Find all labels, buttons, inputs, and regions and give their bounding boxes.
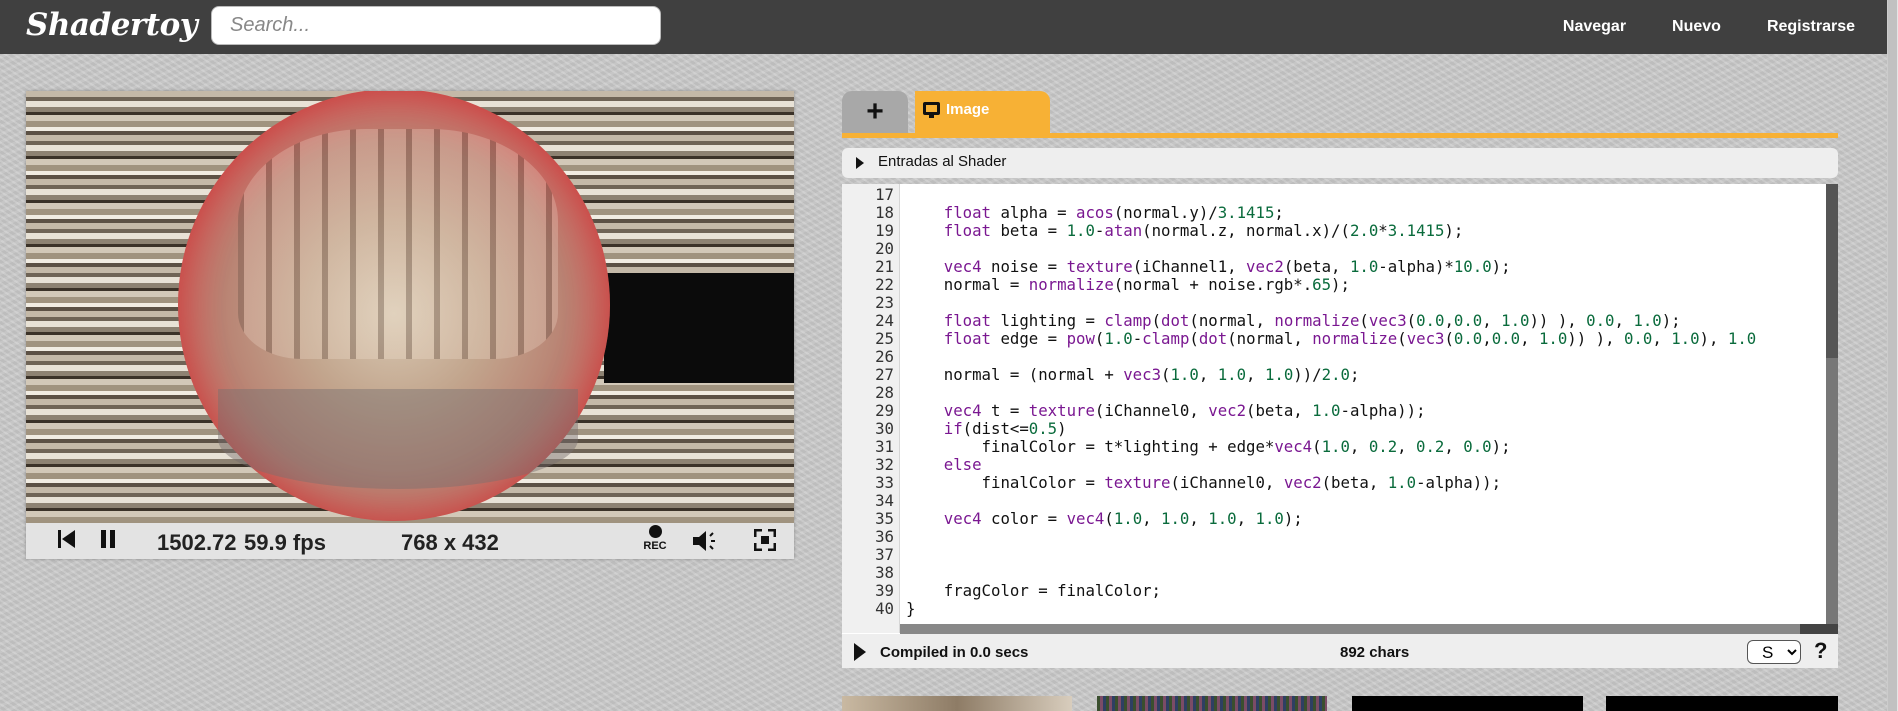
shader-canvas[interactable] — [26, 91, 794, 523]
page-scrollbar-thumb[interactable] — [1888, 0, 1897, 711]
nav-navegar[interactable]: Navegar — [1563, 18, 1626, 36]
compile-play-icon[interactable] — [854, 643, 866, 661]
canvas-dark-region — [604, 273, 794, 383]
code-line[interactable]: float alpha = acos(normal.y)/3.1415; — [906, 204, 1284, 222]
code-line[interactable]: float edge = pow(1.0-clamp(dot(normal, n… — [906, 330, 1756, 348]
pause-icon[interactable] — [100, 529, 116, 554]
line-number: 26 — [875, 347, 894, 366]
tab-image[interactable]: Image — [915, 91, 1050, 134]
line-number: 23 — [875, 293, 894, 312]
skip-back-icon[interactable] — [58, 529, 76, 554]
line-number: 34 — [875, 491, 894, 510]
char-count: 892 chars — [1340, 644, 1410, 661]
line-number: 18 — [875, 203, 894, 222]
code-line[interactable]: normal = (normal + vec3(1.0, 1.0, 1.0))/… — [906, 366, 1360, 384]
code-area[interactable]: 17 18 float alpha = acos(normal.y)/3.1415… — [842, 184, 1826, 624]
code-line[interactable]: normal = normalize(normal + noise.rgb*.6… — [906, 276, 1350, 294]
nav-nuevo[interactable]: Nuevo — [1672, 18, 1721, 36]
record-icon[interactable]: REC — [638, 525, 672, 552]
editor-horizontal-thumb[interactable] — [1800, 624, 1838, 634]
monitor-icon — [923, 102, 940, 118]
search-input[interactable] — [211, 6, 661, 45]
rendered-sphere — [178, 91, 610, 521]
font-size-select[interactable]: S — [1747, 640, 1801, 664]
code-line[interactable]: if(dist<=0.5) — [906, 420, 1067, 438]
shader-inputs-label: Entradas al Shader — [878, 153, 1007, 170]
line-number: 35 — [875, 509, 894, 528]
nav-links: Navegar Nuevo Registrarse — [1517, 0, 1855, 54]
line-number: 32 — [875, 455, 894, 474]
line-number: 33 — [875, 473, 894, 492]
player-controls: 1502.72 59.9 fps 768 x 432 REC — [26, 523, 794, 559]
line-number: 21 — [875, 257, 894, 276]
sphere-building-texture — [238, 129, 558, 359]
code-editor[interactable]: 17 18 float alpha = acos(normal.y)/3.1415… — [842, 184, 1838, 634]
shader-thumbnail-2[interactable] — [1097, 696, 1327, 711]
code-line[interactable]: vec4 color = vec4(1.0, 1.0, 1.0, 1.0); — [906, 510, 1303, 528]
record-dot — [648, 525, 662, 538]
line-number: 24 — [875, 311, 894, 330]
line-number: 38 — [875, 563, 894, 582]
code-line[interactable]: else — [906, 456, 982, 474]
line-number: 31 — [875, 437, 894, 456]
top-bar: Shadertoy Navegar Nuevo Registrarse — [0, 0, 1887, 54]
volume-icon[interactable] — [692, 529, 722, 558]
shader-thumbnail-1[interactable] — [842, 696, 1072, 711]
editor-tabs: + Image — [842, 91, 1838, 134]
code-line[interactable]: float beta = 1.0-atan(normal.z, normal.x… — [906, 222, 1464, 240]
code-line[interactable]: vec4 t = texture(iChannel0, vec2(beta, 1… — [906, 402, 1426, 420]
tab-underline — [842, 133, 1838, 138]
shader-inputs-toggle[interactable]: Entradas al Shader — [842, 148, 1838, 178]
code-line[interactable]: } — [906, 600, 915, 618]
logo[interactable]: Shadertoy — [26, 7, 198, 43]
help-button[interactable]: ? — [1814, 638, 1827, 664]
fullscreen-icon[interactable] — [753, 528, 777, 556]
line-number: 28 — [875, 383, 894, 402]
line-number: 17 — [875, 185, 894, 204]
rec-label: REC — [643, 540, 667, 552]
line-number: 39 — [875, 581, 894, 600]
code-line[interactable]: finalColor = t*lighting + edge*vec4(1.0,… — [906, 438, 1511, 456]
line-number: 20 — [875, 239, 894, 258]
sphere-street-texture — [218, 389, 578, 489]
code-line[interactable]: vec4 noise = texture(iChannel1, vec2(bet… — [906, 258, 1511, 276]
page-scrollbar[interactable] — [1887, 0, 1898, 711]
line-number: 40 — [875, 599, 894, 618]
expand-triangle-icon — [856, 157, 864, 169]
editor-vertical-thumb[interactable] — [1826, 184, 1838, 358]
editor-vertical-track[interactable] — [1826, 358, 1838, 624]
line-number: 22 — [875, 275, 894, 294]
time-readout: 1502.72 — [157, 530, 237, 555]
editor-status-bar: Compiled in 0.0 secs 892 chars S ? — [842, 634, 1838, 668]
line-number: 25 — [875, 329, 894, 348]
line-number: 19 — [875, 221, 894, 240]
nav-registrarse[interactable]: Registrarse — [1767, 18, 1855, 36]
shader-thumbnail-3[interactable] — [1352, 696, 1583, 711]
fps-readout: 59.9 fps — [244, 530, 326, 555]
line-number: 36 — [875, 527, 894, 546]
compile-status: Compiled in 0.0 secs — [880, 644, 1029, 661]
tab-image-label: Image — [946, 101, 990, 118]
add-tab-button[interactable]: + — [842, 91, 908, 134]
code-line[interactable]: finalColor = texture(iChannel0, vec2(bet… — [906, 474, 1502, 492]
resolution-readout: 768 x 432 — [401, 530, 499, 555]
line-number: 27 — [875, 365, 894, 384]
shader-thumbnail-4[interactable] — [1606, 696, 1838, 711]
line-number: 29 — [875, 401, 894, 420]
shader-viewer: 1502.72 59.9 fps 768 x 432 REC — [26, 91, 794, 559]
editor-horizontal-scrollbar[interactable] — [900, 624, 1838, 634]
code-line[interactable]: float lighting = clamp(dot(normal, norma… — [906, 312, 1681, 330]
code-line[interactable]: fragColor = finalColor; — [906, 582, 1161, 600]
line-number: 37 — [875, 545, 894, 564]
line-number: 30 — [875, 419, 894, 438]
